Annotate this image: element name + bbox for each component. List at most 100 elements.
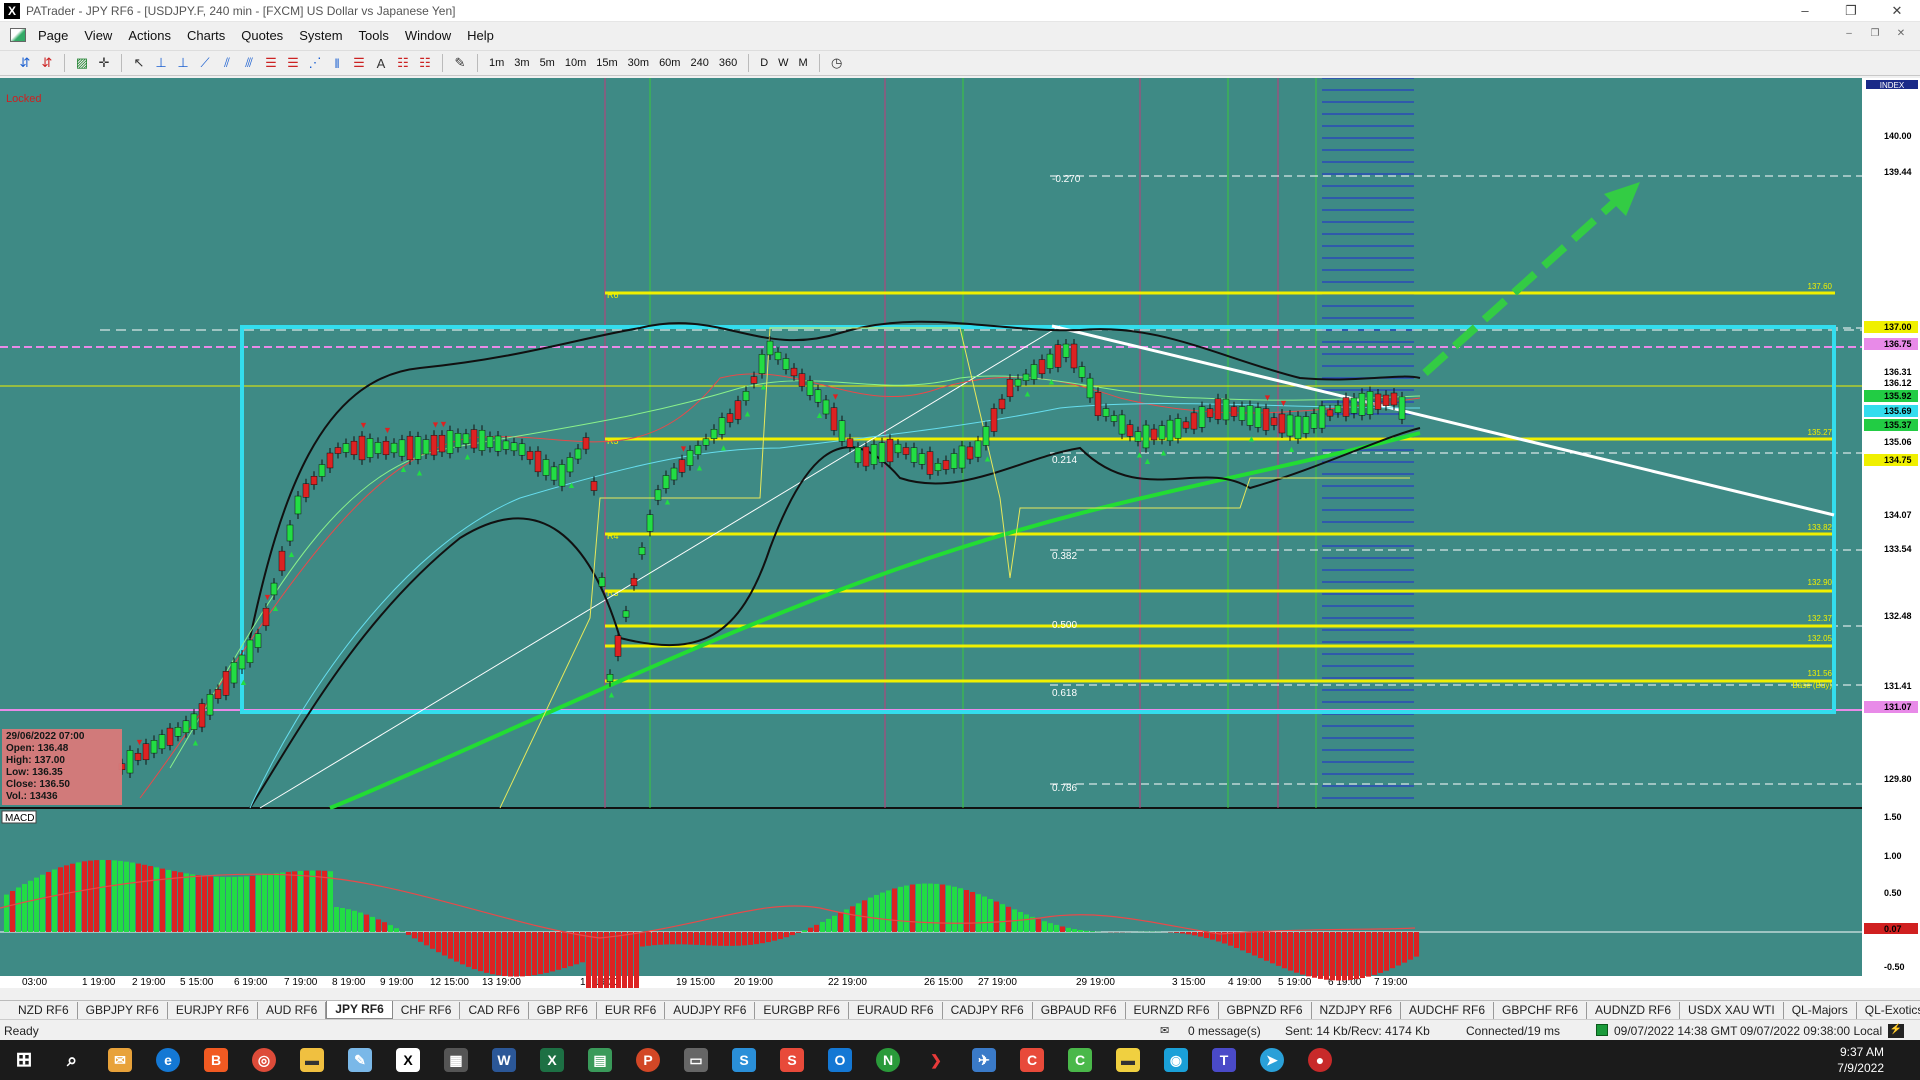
menu-tools[interactable]: Tools xyxy=(351,28,397,43)
snagit-icon[interactable]: S xyxy=(768,1040,816,1080)
crosshair-icon[interactable]: ✛ xyxy=(93,52,115,74)
symbol-tab[interactable]: EURAUD RF6 xyxy=(849,1001,943,1019)
red-app-icon[interactable]: ❯ xyxy=(912,1040,960,1080)
flight-app-icon[interactable]: ✈ xyxy=(960,1040,1008,1080)
symbol-tab[interactable]: EURNZD RF6 xyxy=(1126,1001,1219,1019)
symbol-tab[interactable]: GBPAUD RF6 xyxy=(1033,1001,1126,1019)
taskbar-clock[interactable]: 9:37 AM 7/9/2022 xyxy=(1837,1044,1884,1076)
vertical-line-icon[interactable]: ⊥ xyxy=(150,52,172,74)
close-button[interactable]: ✕ xyxy=(1874,0,1920,22)
menu-view[interactable]: View xyxy=(76,28,120,43)
symbol-tab[interactable]: AUDJPY RF6 xyxy=(665,1001,756,1019)
symbol-tab[interactable]: CAD RF6 xyxy=(460,1001,529,1019)
excel-icon[interactable]: X xyxy=(528,1040,576,1080)
symbol-tab[interactable]: NZD RF6 xyxy=(10,1001,78,1019)
new-chart-icon[interactable]: ▨ xyxy=(71,52,93,74)
time-zones-icon[interactable]: ‖ xyxy=(326,52,348,74)
start-button[interactable]: ⊞ xyxy=(0,1040,48,1080)
file-explorer-icon[interactable]: ▬ xyxy=(288,1040,336,1080)
cursor-icon[interactable]: ↖ xyxy=(128,52,150,74)
maximize-button[interactable]: ❐ xyxy=(1828,0,1874,22)
minimize-button[interactable]: – xyxy=(1782,0,1828,22)
symbol-tab[interactable]: GBP RF6 xyxy=(529,1001,597,1019)
symbol-tab[interactable]: QL-Exotics xyxy=(1857,1002,1920,1019)
menu-quotes[interactable]: Quotes xyxy=(233,28,291,43)
price-chart[interactable]: INDEX Locked MACD -0.270 0.214 0.382 0.500 0… xyxy=(0,78,1920,988)
channel-icon[interactable]: ⫽ xyxy=(216,52,238,74)
powerpoint-icon[interactable]: P xyxy=(624,1040,672,1080)
sticky-notes-icon[interactable]: ▬ xyxy=(1104,1040,1152,1080)
app-window-icon[interactable]: ▭ xyxy=(672,1040,720,1080)
spreadsheet-icon[interactable]: ▤ xyxy=(576,1040,624,1080)
trend-line-icon[interactable]: ⟋ xyxy=(194,52,216,74)
notepad-icon[interactable]: ✎ xyxy=(336,1040,384,1080)
timeframe-10m[interactable]: 10m xyxy=(560,57,591,69)
timeframe-5m[interactable]: 5m xyxy=(535,57,560,69)
timeframe-30m[interactable]: 30m xyxy=(623,57,654,69)
mdi-minimize-button[interactable]: – xyxy=(1838,26,1860,42)
symbol-tab[interactable]: EURGBP RF6 xyxy=(755,1001,849,1019)
patrader-icon[interactable]: X xyxy=(384,1040,432,1080)
edge-icon[interactable]: e xyxy=(144,1040,192,1080)
symbol-tab[interactable]: GBPJPY RF6 xyxy=(78,1001,168,1019)
symbol-tab[interactable]: AUD RF6 xyxy=(258,1001,327,1019)
skype-icon[interactable]: S xyxy=(720,1040,768,1080)
menu-actions[interactable]: Actions xyxy=(120,28,179,43)
message-icon[interactable]: ✉ xyxy=(1160,1024,1169,1037)
search-icon[interactable]: ⌕ xyxy=(48,1040,96,1080)
recorder-icon[interactable]: ● xyxy=(1296,1040,1344,1080)
menu-help[interactable]: Help xyxy=(459,28,502,43)
pivot-icon[interactable]: ☰ xyxy=(348,52,370,74)
calculator-icon[interactable]: ▦ xyxy=(432,1040,480,1080)
status-messages[interactable]: 0 message(s) xyxy=(1188,1024,1261,1038)
teams-icon[interactable]: T xyxy=(1200,1040,1248,1080)
timeframe-15m[interactable]: 15m xyxy=(591,57,622,69)
fibonacci-extension-icon[interactable]: ☰ xyxy=(282,52,304,74)
menu-page[interactable]: Page xyxy=(30,28,76,43)
levels-alt-icon[interactable]: ☷ xyxy=(414,52,436,74)
mdi-close-button[interactable]: ✕ xyxy=(1890,26,1912,42)
symbol-tab[interactable]: AUDNZD RF6 xyxy=(1587,1001,1681,1019)
symbol-tab[interactable]: NZDJPY RF6 xyxy=(1312,1001,1401,1019)
symbol-tab[interactable]: USDX XAU WTI xyxy=(1680,1001,1784,1019)
draw-pen-icon[interactable]: ✎ xyxy=(449,52,471,74)
capture-icon[interactable]: C xyxy=(1056,1040,1104,1080)
outlook-icon[interactable]: O xyxy=(816,1040,864,1080)
telegram-icon[interactable]: ➤ xyxy=(1248,1040,1296,1080)
symbol-tab[interactable]: JPY RF6 xyxy=(326,1001,393,1019)
mail-app-icon[interactable]: ✉ xyxy=(96,1040,144,1080)
sell-order-icon[interactable]: ⇵ xyxy=(36,52,58,74)
fibonacci-fan-icon[interactable]: ⫻ xyxy=(238,52,260,74)
clock-icon[interactable]: ◷ xyxy=(826,52,848,74)
timeframe-3m[interactable]: 3m xyxy=(509,57,534,69)
symbol-tab[interactable]: QL-Majors xyxy=(1784,1001,1857,1019)
timeframe-240[interactable]: 240 xyxy=(685,57,713,69)
symbol-tab[interactable]: AUDCHF RF6 xyxy=(1401,1001,1495,1019)
browser-app-icon[interactable]: ◉ xyxy=(1152,1040,1200,1080)
timeframe-360[interactable]: 360 xyxy=(714,57,742,69)
green-app-icon[interactable]: N xyxy=(864,1040,912,1080)
symbol-tab[interactable]: GBPCHF RF6 xyxy=(1494,1001,1588,1019)
timeframe-m[interactable]: M xyxy=(794,57,813,69)
buy-order-icon[interactable]: ⇵ xyxy=(14,52,36,74)
timeframe-60m[interactable]: 60m xyxy=(654,57,685,69)
levels-icon[interactable]: ☷ xyxy=(392,52,414,74)
text-tool-icon[interactable]: A xyxy=(370,52,392,74)
menu-window[interactable]: Window xyxy=(397,28,459,43)
timeframe-w[interactable]: W xyxy=(773,57,793,69)
symbol-tab[interactable]: CADJPY RF6 xyxy=(943,1001,1033,1019)
fibonacci-retracement-icon[interactable]: ☰ xyxy=(260,52,282,74)
camtasia-icon[interactable]: C xyxy=(1008,1040,1056,1080)
timeframe-d[interactable]: D xyxy=(755,57,773,69)
gann-fan-icon[interactable]: ⋰ xyxy=(304,52,326,74)
symbol-tab[interactable]: GBPNZD RF6 xyxy=(1219,1001,1312,1019)
brave-icon[interactable]: B xyxy=(192,1040,240,1080)
menu-system[interactable]: System xyxy=(291,28,350,43)
mdi-restore-button[interactable]: ❐ xyxy=(1864,26,1886,42)
symbol-tab[interactable]: CHF RF6 xyxy=(393,1001,461,1019)
chart-area[interactable]: INDEX Locked MACD -0.270 0.214 0.382 0.500 0… xyxy=(0,78,1920,988)
word-icon[interactable]: W xyxy=(480,1040,528,1080)
menu-charts[interactable]: Charts xyxy=(179,28,233,43)
symbol-tab[interactable]: EUR RF6 xyxy=(597,1001,666,1019)
horizontal-line-icon[interactable]: ⊥ xyxy=(172,52,194,74)
